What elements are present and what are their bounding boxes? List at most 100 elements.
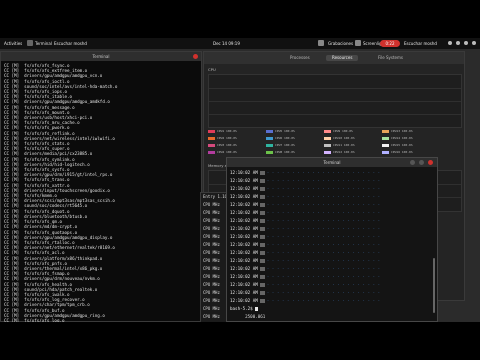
menu-icon[interactable] [419, 160, 424, 165]
color-swatch-icon[interactable] [208, 150, 215, 154]
cpu-legend-label: CPU9 100.0% [333, 129, 353, 133]
row-values: · · · · · · · · · · · · · · · · · · · · … [266, 290, 381, 295]
screenlight-icon[interactable] [355, 40, 361, 46]
volume-icon[interactable] [456, 41, 460, 45]
timestamp: 12:10:02 AM [230, 298, 258, 303]
cpu-section-label[interactable]: CPU [208, 67, 216, 72]
cpu-legend-item[interactable]: CPU9 100.0% [324, 129, 353, 133]
cpu-legend-item[interactable]: CPU14 100.0% [382, 136, 413, 140]
cpu-legend-label: CPU13 100.0% [391, 129, 413, 133]
build-terminal-window[interactable]: Terminal CC [M] fs/xfs/xfs_fsync.o CC [M]… [0, 51, 202, 322]
monitor-line: 12:10:02 AM · · · · · · · · · · · · · · ·… [230, 225, 434, 233]
timestamp: 12:10:02 AM [230, 258, 258, 263]
cpu-legend-item[interactable]: CPU11 100.0% [324, 143, 355, 147]
row-values: · · · · · · · · · · · · · · · · · · · · … [266, 218, 381, 223]
cpu-legend-item[interactable]: CPU12 100.0% [324, 150, 355, 154]
monitor-terminal-titlebar[interactable]: Terminal [227, 158, 437, 167]
status-badge [259, 283, 265, 287]
shell-prompt-line[interactable]: bash-5.2$ [230, 305, 434, 313]
status-badge [259, 299, 265, 303]
build-terminal-title: Terminal [92, 54, 110, 59]
build-terminal-output[interactable]: CC [M] fs/xfs/xfs_fsync.o CC [M] fs/xfs/x… [1, 61, 201, 322]
cpu-legend-item[interactable]: CPU15 100.0% [382, 143, 413, 147]
indicator-escuchar[interactable]: Escuchar moshd [404, 38, 437, 49]
monitor-line: 12:10:02 AM · · · · · · · · · · · · · · ·… [230, 257, 434, 265]
row-values: · · · · · · · · · · · · · · · · · · · · … [266, 266, 381, 271]
color-swatch-icon[interactable] [324, 136, 331, 140]
cpu-legend-item[interactable]: CPU8 100.0% [266, 150, 295, 154]
app-menu-escuchar[interactable]: Escuchar moshd [54, 38, 87, 49]
cpu-legend-label: CPU4 100.0% [217, 150, 237, 154]
cpu-legend-label: CPU14 100.0% [391, 136, 413, 140]
power-icon[interactable] [472, 41, 476, 45]
timestamp: 12:10:02 AM [230, 218, 258, 223]
close-icon[interactable] [428, 160, 433, 165]
color-swatch-icon[interactable] [382, 136, 389, 140]
cpu-legend-item[interactable]: CPU10 100.0% [324, 136, 355, 140]
top-bar: Activities Terminal Escuchar moshd Dec 1… [0, 38, 480, 49]
cpu-legend-label: CPU7 100.0% [275, 143, 295, 147]
row-values: · · · · · · · · · · · · · · · · · · · · … [266, 242, 381, 247]
cpu-legend-item[interactable]: CPU13 100.0% [382, 129, 413, 133]
tab-processes[interactable]: Processes [284, 55, 316, 61]
cpu-legend-label: CPU3 100.0% [217, 143, 237, 147]
color-swatch-icon[interactable] [266, 129, 273, 133]
cpu-legend-item[interactable]: CPU7 100.0% [266, 143, 295, 147]
monitor-terminal-output[interactable]: 12:10:02 AM · · · · · · · · · · · · · · ·… [227, 167, 437, 322]
color-swatch-icon[interactable] [208, 136, 215, 140]
search-icon[interactable] [410, 160, 415, 165]
build-terminal-titlebar[interactable]: Terminal [1, 52, 201, 61]
cpu-legend-item[interactable]: CPU4 100.0% [208, 150, 237, 154]
timestamp: 12:10:02 AM [230, 250, 258, 255]
monitor-line: 12:10:02 AM · · · · · · · · · · · · · · ·… [230, 193, 434, 201]
tab-resources[interactable]: Resources [326, 55, 359, 61]
network-icon[interactable] [448, 41, 452, 45]
color-swatch-icon[interactable] [324, 129, 331, 133]
cpu-legend-item[interactable]: CPU5 100.0% [266, 129, 295, 133]
screencast-icon[interactable] [318, 40, 324, 46]
color-swatch-icon[interactable] [266, 136, 273, 140]
color-swatch-icon[interactable] [382, 129, 389, 133]
tab-file-systems[interactable]: File Systems [372, 55, 409, 61]
timestamp: 12:10:02 AM [230, 202, 258, 207]
recording-indicator[interactable]: 0:22 [380, 40, 400, 47]
terminal-scrollbar[interactable] [433, 258, 435, 313]
cpu-legend-item[interactable]: CPU16 100.0% [382, 150, 413, 154]
battery-icon[interactable] [464, 41, 468, 45]
row-values: · · · · · · · · · · · · · · · · · · · · … [266, 210, 381, 215]
app-menu-terminal[interactable]: Terminal [35, 38, 52, 49]
cpu-legend-label: CPU16 100.0% [391, 150, 413, 154]
row-values: · · · · · · · · · · · · · · · · · · · · … [266, 282, 381, 287]
row-values: · · · · · · · · · · · · · · · · · · · · … [266, 202, 381, 207]
cpu-history-graph [208, 74, 462, 128]
status-badge [259, 243, 265, 247]
color-swatch-icon[interactable] [266, 150, 273, 154]
color-swatch-icon[interactable] [324, 150, 331, 154]
color-swatch-icon[interactable] [382, 150, 389, 154]
color-swatch-icon[interactable] [324, 143, 331, 147]
cpu-legend-item[interactable]: CPU2 100.0% [208, 136, 237, 140]
letterbox-top [0, 0, 480, 38]
color-swatch-icon[interactable] [208, 129, 215, 133]
clock[interactable]: Dec 14 09:19 [213, 38, 240, 49]
cpu-legend-label: CPU11 100.0% [333, 143, 355, 147]
system-monitor-header: Processes Resources File Systems [204, 52, 464, 64]
cpu-legend-item[interactable]: CPU1 100.0% [208, 129, 237, 133]
row-values: · · · · · · · · · · · · · · · · · · · · … [266, 186, 381, 191]
status-badge [259, 251, 265, 255]
cpu-legend-item[interactable]: CPU6 100.0% [266, 136, 295, 140]
color-swatch-icon[interactable] [382, 143, 389, 147]
indicator-grabaciones[interactable]: Grabaciones [328, 38, 353, 49]
cpu-legend-label: CPU15 100.0% [391, 143, 413, 147]
row-values: · · · · · · · · · · · · · · · · · · · · … [266, 250, 381, 255]
monitor-terminal-window[interactable]: Terminal 12:10:02 AM · · · · · · · · · · … [226, 157, 438, 322]
cpu-legend-label: CPU12 100.0% [333, 150, 355, 154]
cpu-legend: CPU1 100.0% CPU2 100.0% CPU3 100.0% CPU4 10… [208, 129, 460, 159]
timestamp: 12:10:02 AM [230, 282, 258, 287]
close-icon[interactable] [193, 54, 198, 59]
activities-button[interactable]: Activities [4, 38, 22, 49]
color-swatch-icon[interactable] [208, 143, 215, 147]
cpu-legend-item[interactable]: CPU3 100.0% [208, 143, 237, 147]
color-swatch-icon[interactable] [266, 143, 273, 147]
status-badge [259, 227, 265, 231]
